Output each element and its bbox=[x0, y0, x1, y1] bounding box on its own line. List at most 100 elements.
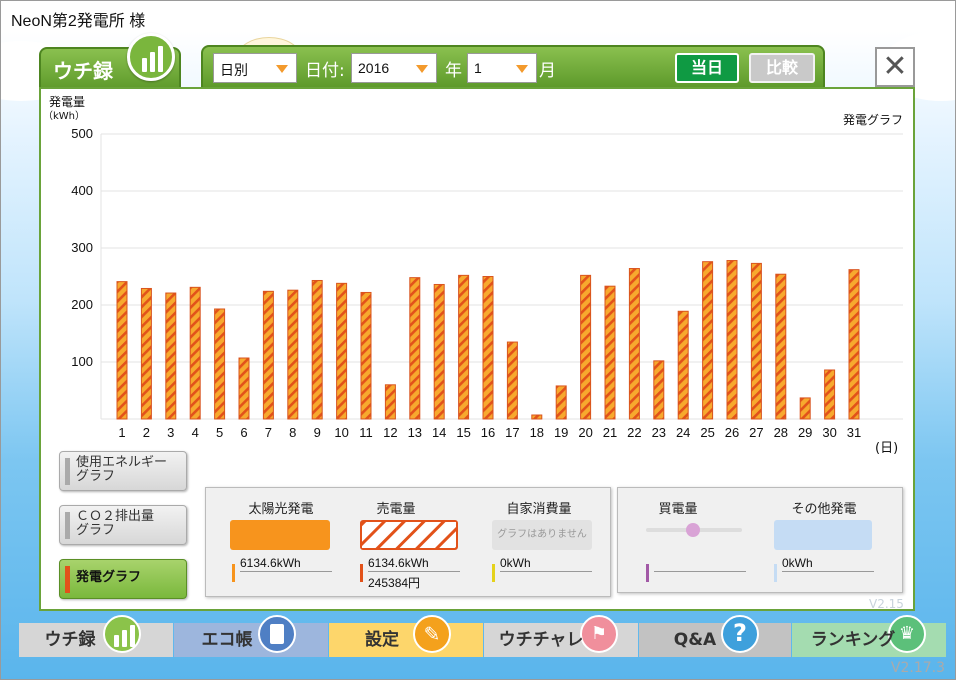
bar-chart-icon bbox=[127, 33, 175, 81]
chart-bars bbox=[116, 260, 860, 420]
bought-title: 買電量 bbox=[658, 502, 698, 517]
legend-group-other: 買電量 その他発電 0kWh bbox=[617, 487, 903, 593]
x-tick-label: 8 bbox=[289, 425, 296, 440]
sold-title: 売電量 bbox=[376, 502, 416, 517]
bar-day-1[interactable] bbox=[116, 281, 128, 420]
bar-day-10[interactable] bbox=[336, 282, 348, 420]
x-tick-label: 27 bbox=[749, 425, 763, 440]
solar-title: 太陽光発電 bbox=[248, 502, 314, 517]
solar-marker bbox=[232, 564, 235, 582]
bar-day-11[interactable] bbox=[360, 291, 372, 420]
other-swatch bbox=[774, 520, 872, 550]
x-tick-label: 7 bbox=[265, 425, 272, 440]
app-window: NeoN第2発電所 様 ウチ録 日別 日付: 2016 年 1 月 当日 比較 … bbox=[0, 0, 956, 680]
x-tick-label: 1 bbox=[118, 425, 125, 440]
self-no-graph: グラフはありません bbox=[492, 520, 592, 550]
chart-panel: 発電量 （kWh） 発電グラフ 100 200 300 400 500 12345678… bbox=[39, 87, 915, 611]
x-tick-label: 31 bbox=[847, 425, 861, 440]
self-value: 0kWh bbox=[500, 556, 531, 570]
bar-day-12[interactable] bbox=[384, 384, 396, 420]
nav-settings-label: 設定 bbox=[365, 630, 399, 650]
x-tick-label: 5 bbox=[216, 425, 223, 440]
bar-day-15[interactable] bbox=[458, 274, 470, 420]
compare-button[interactable]: 比較 bbox=[749, 53, 815, 83]
legend-group-generation: 太陽光発電 6134.6kWh 売電量 6134.6kWh 245384円 自家… bbox=[205, 487, 611, 597]
bar-day-16[interactable] bbox=[482, 276, 494, 420]
bar-day-5[interactable] bbox=[214, 308, 226, 420]
bar-day-18[interactable] bbox=[531, 414, 543, 420]
bar-day-7[interactable] bbox=[262, 290, 274, 420]
bar-day-19[interactable] bbox=[555, 385, 567, 420]
nav-qa[interactable]: ? Q&A bbox=[639, 615, 791, 657]
bar-day-2[interactable] bbox=[140, 287, 152, 420]
bar-day-4[interactable] bbox=[189, 286, 201, 420]
nav-ranking[interactable]: ♛ ランキング bbox=[792, 615, 946, 657]
x-tick-label: 12 bbox=[383, 425, 397, 440]
sold-yen: 245384円 bbox=[368, 576, 421, 590]
bar-day-17[interactable] bbox=[506, 341, 518, 420]
x-axis-ticks: 1 2 3 4 5 6 7 8 9 10 11 12 13 14 15 16 17 18 19 20 21 22 23 24 2… bbox=[118, 425, 861, 440]
close-button[interactable]: ✕ bbox=[875, 47, 915, 87]
sold-underline bbox=[368, 571, 460, 572]
bar-day-27[interactable] bbox=[750, 262, 762, 420]
wrench-icon: ✎ bbox=[413, 615, 451, 653]
self-marker bbox=[492, 564, 495, 582]
x-tick-label: 9 bbox=[314, 425, 321, 440]
bar-day-31[interactable] bbox=[848, 269, 860, 420]
x-tick-label: 25 bbox=[700, 425, 714, 440]
bar-day-21[interactable] bbox=[604, 285, 616, 420]
energy-graph-button[interactable]: 使用エネルギー グラフ bbox=[59, 451, 187, 491]
x-tick-label: 6 bbox=[240, 425, 247, 440]
bar-day-26[interactable] bbox=[726, 260, 738, 420]
x-axis-unit: (日) bbox=[875, 441, 899, 456]
nav-uchiroku-label: ウチ録 bbox=[44, 630, 96, 650]
bar-day-29[interactable] bbox=[799, 397, 811, 420]
month-label: 月 bbox=[539, 61, 556, 81]
nav-uchichare[interactable]: ⚑ ウチチャレ bbox=[484, 615, 638, 657]
generation-graph-button[interactable]: 発電グラフ bbox=[59, 559, 187, 599]
bar-day-30[interactable] bbox=[824, 369, 836, 420]
bar-day-9[interactable] bbox=[311, 279, 323, 420]
x-tick-label: 30 bbox=[822, 425, 836, 440]
period-select[interactable]: 日別 bbox=[213, 53, 297, 83]
solar-swatch bbox=[230, 520, 330, 550]
tab-label: ウチ録 bbox=[53, 59, 113, 83]
bar-day-28[interactable] bbox=[775, 273, 787, 420]
month-select-value: 1 bbox=[474, 60, 482, 76]
bar-day-14[interactable] bbox=[433, 283, 445, 420]
nav-uchichare-label: ウチチャレ bbox=[498, 630, 584, 650]
bar-day-24[interactable] bbox=[677, 310, 689, 420]
co2-graph-button[interactable]: ＣＯ２排出量 グラフ bbox=[59, 505, 187, 545]
owner-name: NeoN第2発電所 様 bbox=[11, 13, 146, 30]
other-marker bbox=[774, 564, 777, 582]
bar-day-6[interactable] bbox=[238, 357, 250, 420]
today-button[interactable]: 当日 bbox=[675, 53, 739, 83]
bar-day-8[interactable] bbox=[287, 289, 299, 420]
bar-day-25[interactable] bbox=[702, 261, 714, 420]
bar-day-22[interactable] bbox=[628, 268, 640, 420]
bar-day-3[interactable] bbox=[165, 292, 177, 420]
nav-ecocho[interactable]: エコ帳 bbox=[174, 615, 328, 657]
bar-day-13[interactable] bbox=[409, 277, 421, 420]
sold-swatch bbox=[360, 520, 458, 550]
dropdown-arrow-icon bbox=[416, 65, 428, 73]
bar-day-23[interactable] bbox=[653, 360, 665, 420]
notebook-icon bbox=[258, 615, 296, 653]
sold-value: 6134.6kWh bbox=[368, 556, 429, 570]
x-tick-label: 20 bbox=[578, 425, 592, 440]
year-select[interactable]: 2016 bbox=[351, 53, 437, 83]
month-select[interactable]: 1 bbox=[467, 53, 537, 83]
nav-qa-label: Q&A bbox=[673, 630, 717, 650]
other-value: 0kWh bbox=[782, 556, 813, 570]
nav-settings[interactable]: ✎ 設定 bbox=[329, 615, 483, 657]
bar-day-20[interactable] bbox=[580, 274, 592, 420]
flag-icon: ⚑ bbox=[580, 615, 618, 653]
x-tick-label: 16 bbox=[481, 425, 495, 440]
nav-uchiroku[interactable]: ウチ録 bbox=[19, 615, 173, 657]
tab-uchiroku[interactable]: ウチ録 bbox=[39, 33, 181, 89]
other-underline bbox=[782, 571, 874, 572]
x-tick-label: 10 bbox=[334, 425, 348, 440]
y-axis-ticks: 100 200 300 400 500 bbox=[71, 126, 93, 369]
self-title: 自家消費量 bbox=[506, 502, 572, 517]
generation-bar-chart: 100200300400500 1 2 3 4 5 6 7 8 9 10 11 12 13 14 15 16 1… bbox=[71, 126, 903, 440]
